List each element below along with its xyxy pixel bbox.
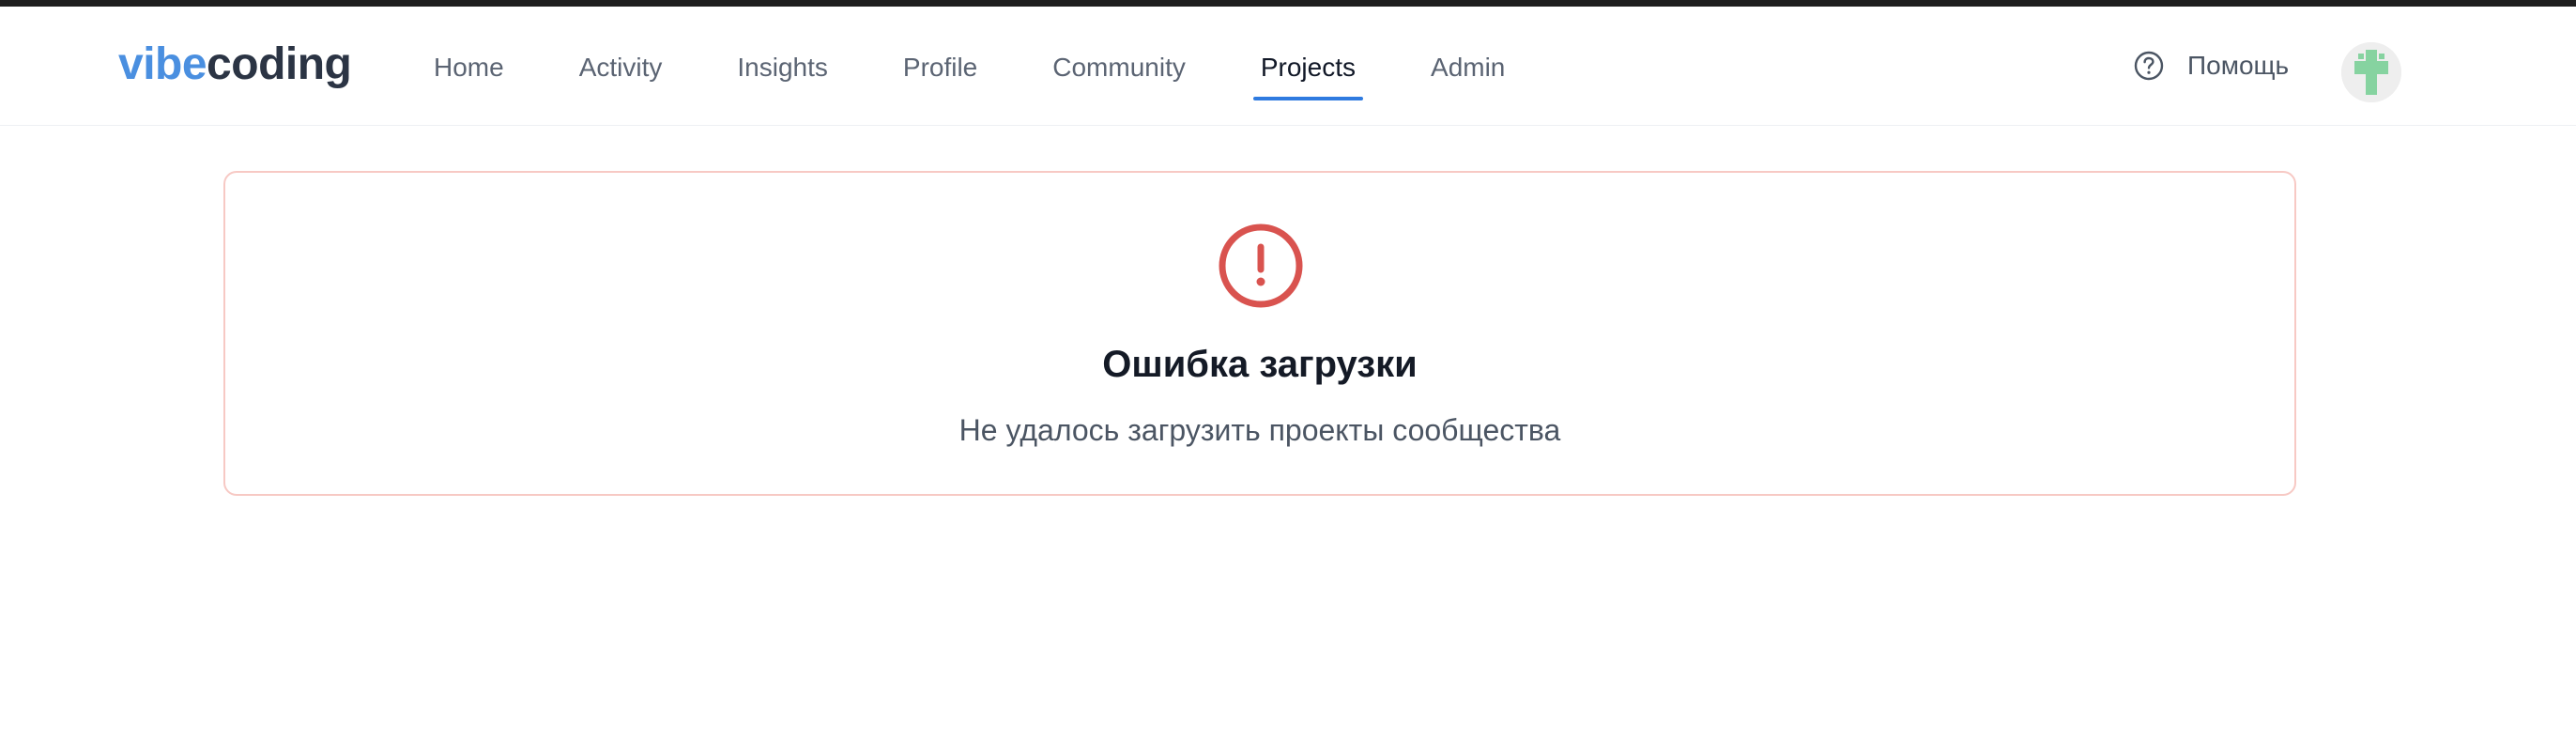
error-message: Не удалось загрузить проекты сообщества bbox=[958, 413, 1561, 447]
brand-logo[interactable]: vibecoding bbox=[118, 39, 352, 89]
nav-item-insights[interactable]: Insights bbox=[737, 52, 828, 84]
nav-item-projects[interactable]: Projects bbox=[1252, 52, 1364, 100]
main-nav: Home Activity Insights Profile Community… bbox=[434, 52, 1580, 100]
brand-logo-coding: coding bbox=[207, 39, 352, 89]
help-label: Помощь bbox=[2187, 51, 2290, 80]
nav-item-community[interactable]: Community bbox=[1052, 52, 1186, 84]
question-circle-icon bbox=[2134, 51, 2164, 81]
window-top-strip bbox=[0, 0, 2576, 7]
user-avatar[interactable] bbox=[2341, 42, 2401, 102]
error-title: Ошибка загрузки bbox=[1102, 344, 1418, 385]
brand-logo-vibe: vibe bbox=[118, 39, 207, 89]
top-navbar: vibecoding Home Activity Insights Profil… bbox=[0, 7, 2576, 126]
nav-item-home[interactable]: Home bbox=[434, 52, 504, 84]
identicon-avatar-icon bbox=[2341, 42, 2401, 102]
nav-item-admin[interactable]: Admin bbox=[1431, 52, 1505, 84]
nav-item-activity[interactable]: Activity bbox=[579, 52, 663, 84]
alert-circle-icon bbox=[1219, 224, 1303, 308]
help-button[interactable]: Помощь bbox=[2133, 50, 2289, 82]
nav-item-profile[interactable]: Profile bbox=[903, 52, 977, 84]
error-card: Ошибка загрузки Не удалось загрузить про… bbox=[223, 171, 2296, 496]
